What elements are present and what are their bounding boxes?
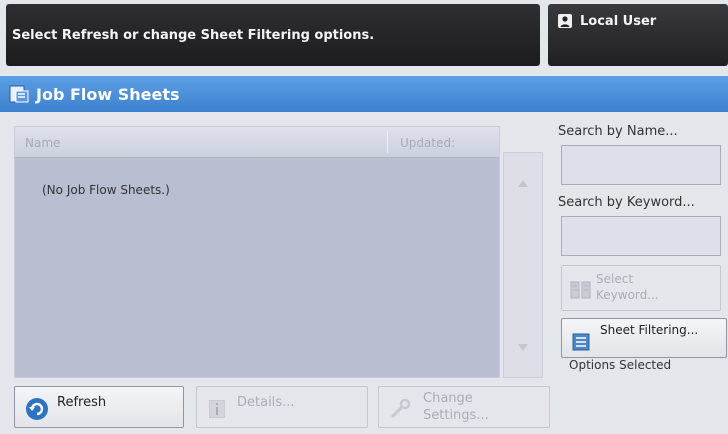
user-label: Local User xyxy=(580,14,657,29)
user-icon xyxy=(558,14,572,28)
change-settings-label-line1: Change xyxy=(423,391,473,406)
search-by-name-label: Search by Name... xyxy=(558,124,678,139)
scroll-up-button[interactable] xyxy=(504,153,542,213)
sheet-filtering-label: Sheet Filtering... xyxy=(600,323,699,337)
column-header-name[interactable]: Name xyxy=(25,136,60,150)
arrow-up-icon xyxy=(518,179,528,187)
refresh-button[interactable]: Refresh xyxy=(14,386,184,428)
sheet-filtering-button[interactable]: Sheet Filtering... xyxy=(561,318,727,358)
list-header: Name Updated: xyxy=(15,127,499,158)
refresh-icon xyxy=(26,398,48,420)
info-icon xyxy=(209,400,225,418)
page-title: Job Flow Sheets xyxy=(36,84,180,104)
search-by-name-field[interactable] xyxy=(561,145,721,185)
empty-list-message: (No Job Flow Sheets.) xyxy=(42,183,170,197)
scroll-down-button[interactable] xyxy=(504,317,542,377)
select-keyword-button[interactable]: Select Keyword... xyxy=(561,265,721,311)
list-scrollbar[interactable] xyxy=(503,152,543,378)
search-by-keyword-field[interactable] xyxy=(561,216,721,256)
details-button[interactable]: Details... xyxy=(196,386,368,428)
refresh-label: Refresh xyxy=(57,395,107,410)
column-divider xyxy=(387,131,388,153)
top-bar: Select Refresh or change Sheet Filtering… xyxy=(0,0,728,70)
instruction-message: Select Refresh or change Sheet Filtering… xyxy=(12,27,375,43)
select-keyword-label-line2: Keyword... xyxy=(596,288,659,302)
details-label: Details... xyxy=(237,395,295,410)
job-flow-sheets-icon xyxy=(9,85,29,103)
select-keyword-label-line1: Select xyxy=(596,272,634,286)
arrow-down-icon xyxy=(518,343,528,351)
change-settings-button[interactable]: Change Settings... xyxy=(378,386,550,428)
change-settings-label-line2: Settings... xyxy=(423,408,489,423)
filter-status-text: Options Selected xyxy=(569,358,672,372)
column-header-updated[interactable]: Updated: xyxy=(400,136,455,150)
keyword-book-icon xyxy=(570,281,591,299)
job-flow-sheet-list[interactable]: Name Updated: (No Job Flow Sheets.) xyxy=(14,126,500,378)
search-by-keyword-label: Search by Keyword... xyxy=(558,195,695,210)
filter-sheet-icon xyxy=(572,333,590,351)
local-user-button[interactable]: Local User xyxy=(548,4,728,66)
message-panel: Select Refresh or change Sheet Filtering… xyxy=(6,4,540,66)
settings-tools-icon xyxy=(390,399,411,419)
window-title-bar: Job Flow Sheets xyxy=(0,76,728,112)
